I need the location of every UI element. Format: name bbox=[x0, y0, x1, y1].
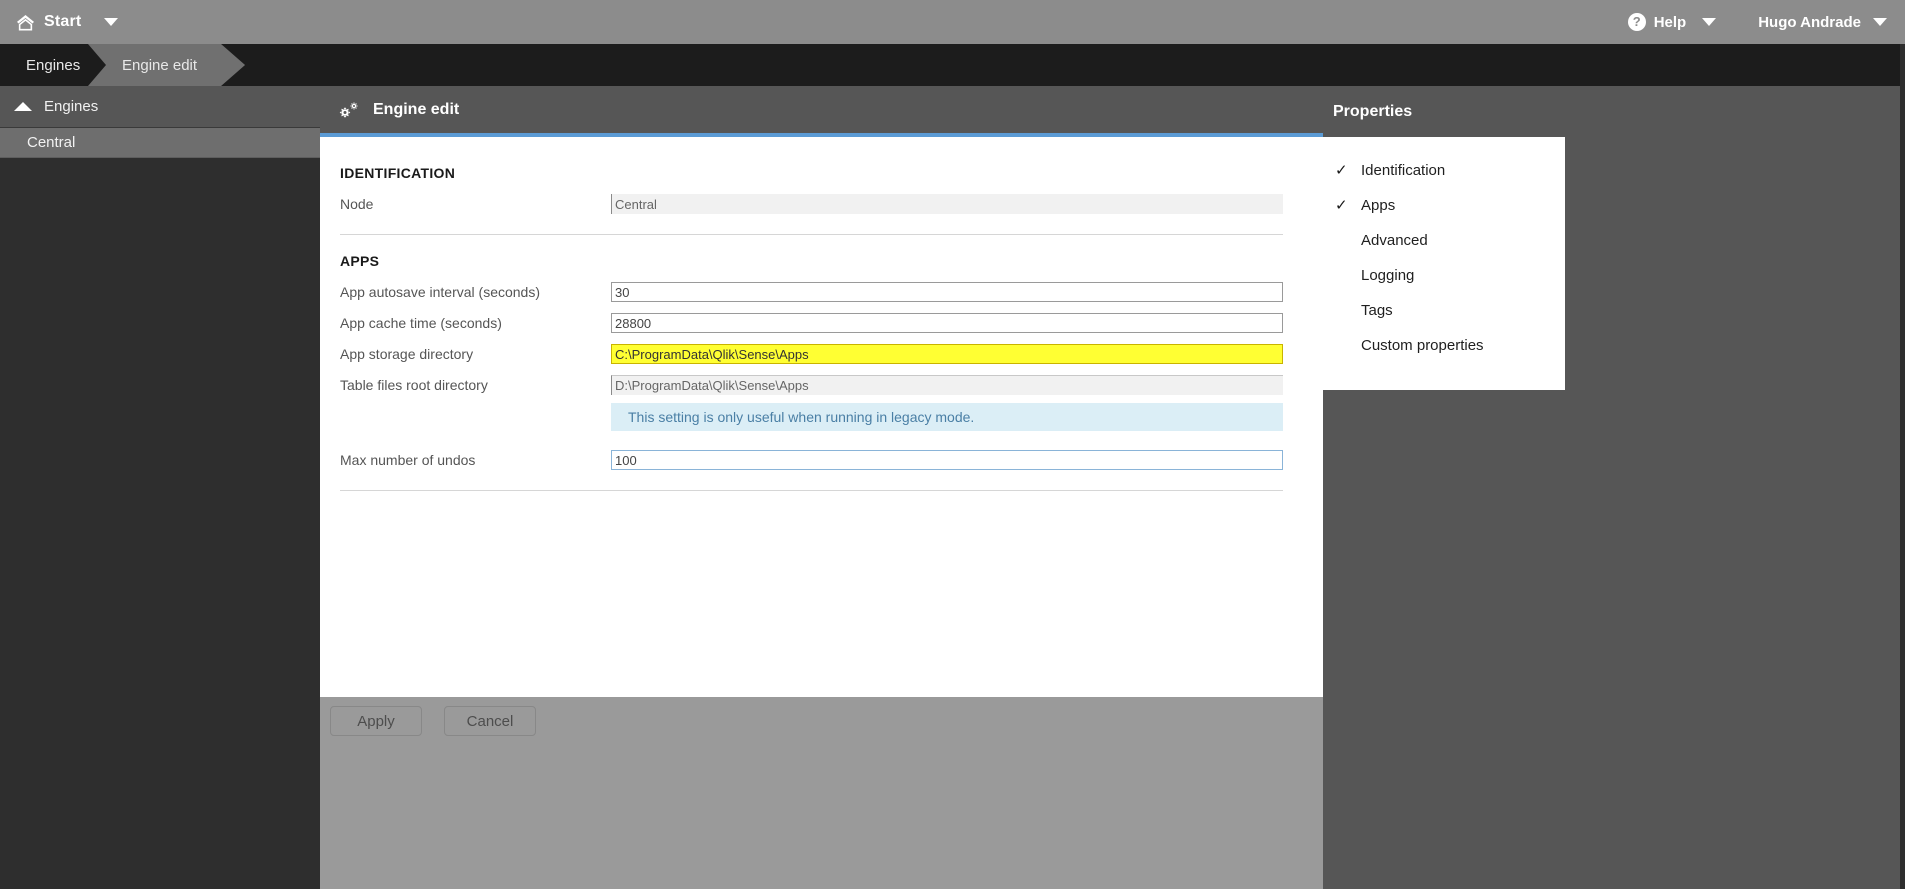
help-label: Help bbox=[1653, 13, 1687, 31]
field-label-max-number-of-undos: Max number of undos bbox=[340, 452, 476, 468]
properties-item-label: Advanced bbox=[1361, 232, 1428, 249]
footer-actions: Apply Cancel bbox=[330, 706, 536, 736]
form-area: IDENTIFICATION Node APPS App autosave in… bbox=[320, 137, 1323, 744]
check-icon: ✓ bbox=[1335, 162, 1348, 179]
app-cache-time-input[interactable] bbox=[611, 313, 1283, 333]
properties-item-label: Identification bbox=[1361, 162, 1446, 179]
sidebar: Engines Central bbox=[0, 86, 320, 889]
user-chevron-down-icon[interactable] bbox=[1873, 18, 1887, 26]
properties-item-identification[interactable]: ✓ Identification bbox=[1323, 153, 1565, 188]
top-bar: Start ? Help Hugo Andrade bbox=[0, 0, 1905, 44]
home-icon bbox=[17, 14, 34, 30]
field-label-app-storage-directory: App storage directory bbox=[340, 346, 474, 362]
help-chevron-down-icon[interactable] bbox=[1702, 18, 1717, 26]
help-icon: ? bbox=[1627, 13, 1646, 31]
field-label-app-autosave-interval: App autosave interval (seconds) bbox=[340, 284, 540, 300]
breadcrumb-label: Engines bbox=[26, 56, 81, 74]
section-title-apps: APPS bbox=[340, 253, 380, 269]
user-menu-button[interactable]: Hugo Andrade bbox=[1758, 14, 1887, 31]
properties-item-label: Logging bbox=[1361, 267, 1415, 284]
breadcrumb: Engines Engine edit bbox=[0, 44, 1905, 86]
section-divider-bottom bbox=[340, 490, 1283, 491]
max-number-of-undos-input[interactable] bbox=[611, 450, 1283, 470]
properties-panel: Properties ✓ Identification ✓ Apps Advan… bbox=[1323, 86, 1900, 889]
sidebar-item-central[interactable]: Central bbox=[0, 128, 320, 158]
field-row-app-cache-time: App cache time (seconds) bbox=[320, 310, 1323, 336]
properties-item-logging[interactable]: Logging bbox=[1323, 258, 1565, 293]
start-chevron-down-icon[interactable] bbox=[104, 18, 119, 26]
start-label: Start bbox=[44, 13, 82, 30]
section-title-identification: IDENTIFICATION bbox=[340, 165, 456, 181]
app-autosave-interval-input[interactable] bbox=[611, 282, 1283, 302]
field-row-node: Node bbox=[320, 191, 1323, 217]
page-title: Engine edit bbox=[373, 100, 460, 118]
field-row-app-autosave-interval: App autosave interval (seconds) bbox=[320, 279, 1323, 305]
sidebar-item-label: Central bbox=[27, 134, 76, 151]
panel-header: Engine edit bbox=[320, 86, 1323, 133]
field-label-node: Node bbox=[340, 196, 374, 212]
field-row-max-number-of-undos: Max number of undos bbox=[320, 447, 1323, 473]
gear-icon bbox=[339, 101, 358, 118]
start-menu-button[interactable]: Start bbox=[16, 13, 119, 31]
info-row: This setting is only useful when running… bbox=[320, 403, 1323, 431]
top-bar-right: ? Help Hugo Andrade bbox=[1627, 13, 1887, 31]
breadcrumb-label: Engine edit bbox=[122, 56, 198, 74]
apply-button[interactable]: Apply bbox=[330, 706, 422, 736]
properties-item-advanced[interactable]: Advanced bbox=[1323, 223, 1565, 258]
check-icon: ✓ bbox=[1335, 197, 1348, 214]
app-storage-directory-input[interactable] bbox=[611, 344, 1283, 364]
properties-item-label: Apps bbox=[1361, 197, 1396, 214]
chevron-up-icon[interactable] bbox=[14, 102, 32, 111]
properties-item-custom-properties[interactable]: Custom properties bbox=[1323, 328, 1565, 363]
right-edge-strip bbox=[1900, 44, 1905, 889]
properties-item-apps[interactable]: ✓ Apps bbox=[1323, 188, 1565, 223]
properties-item-label: Custom properties bbox=[1361, 337, 1484, 354]
properties-header: Properties bbox=[1323, 86, 1900, 137]
properties-item-tags[interactable]: Tags bbox=[1323, 293, 1565, 328]
node-input[interactable] bbox=[611, 194, 1283, 214]
properties-list: ✓ Identification ✓ Apps Advanced Logging… bbox=[1323, 137, 1565, 390]
table-files-root-directory-input[interactable] bbox=[611, 375, 1283, 395]
legacy-mode-info-message: This setting is only useful when running… bbox=[611, 403, 1283, 431]
properties-item-label: Tags bbox=[1361, 302, 1393, 319]
field-label-table-files-root-directory: Table files root directory bbox=[340, 377, 488, 393]
field-label-app-cache-time: App cache time (seconds) bbox=[340, 315, 502, 331]
user-name-label: Hugo Andrade bbox=[1758, 13, 1861, 31]
help-button[interactable]: ? Help bbox=[1627, 13, 1687, 31]
properties-title: Properties bbox=[1333, 102, 1413, 120]
breadcrumb-item-engine-edit[interactable]: Engine edit bbox=[88, 44, 245, 86]
field-row-app-storage-directory: App storage directory bbox=[320, 341, 1323, 367]
sidebar-group-engines[interactable]: Engines bbox=[0, 86, 320, 128]
sidebar-group-label: Engines bbox=[44, 98, 99, 115]
field-row-table-files-root-directory: Table files root directory bbox=[320, 372, 1323, 398]
cancel-button[interactable]: Cancel bbox=[444, 706, 536, 736]
